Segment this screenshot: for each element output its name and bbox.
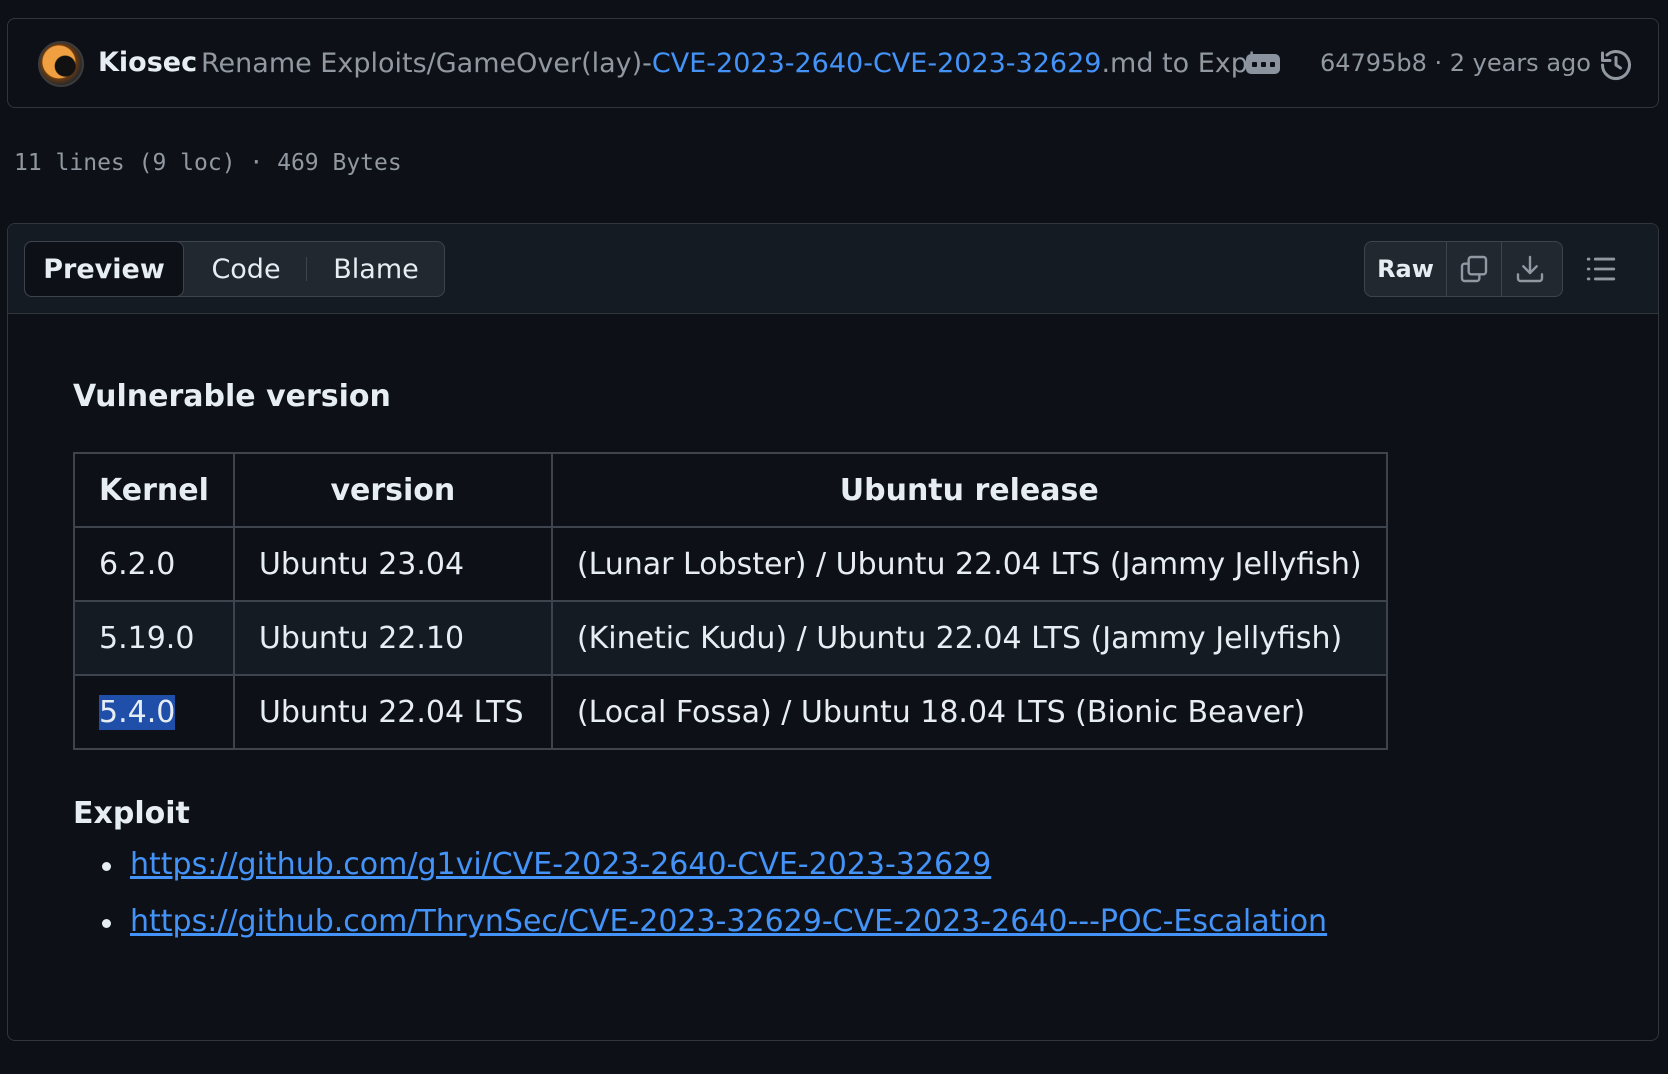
table-header-row: Kernel version Ubuntu release: [73, 452, 1388, 528]
file-info: 11 lines (9 loc) · 469 Bytes: [14, 150, 402, 176]
commit-message[interactable]: Rename Exploits/GameOver(lay)-CVE-2023-2…: [201, 48, 1281, 79]
exploit-link[interactable]: https://github.com/ThrynSec/CVE-2023-326…: [130, 904, 1327, 939]
selected-text: 5.4.0: [99, 694, 176, 730]
table-header-cell: version: [232, 452, 553, 528]
heading-exploit: Exploit: [73, 796, 190, 831]
latest-commit-bar: Kiosec Rename Exploits/GameOver(lay)-CVE…: [7, 18, 1659, 108]
table-cell: 5.19.0: [73, 600, 235, 676]
table-header-cell: Kernel: [73, 452, 235, 528]
raw-button[interactable]: Raw: [1365, 242, 1447, 296]
download-raw-button[interactable]: [1502, 242, 1557, 296]
tab-blame[interactable]: Blame: [309, 242, 443, 296]
outline-list-icon[interactable]: [1584, 252, 1618, 286]
copy-raw-button[interactable]: [1447, 242, 1502, 296]
tab-divider: [306, 257, 307, 281]
list-item: https://github.com/g1vi/CVE-2023-2640-CV…: [102, 836, 1327, 893]
copy-icon: [1460, 255, 1488, 283]
table-header-cell: Ubuntu release: [550, 452, 1388, 528]
heading-vulnerable-version: Vulnerable version: [73, 379, 391, 414]
commit-message-link[interactable]: CVE-2023-2640-CVE-2023-32629: [652, 48, 1102, 79]
table-cell: (Local Fossa) / Ubuntu 18.04 LTS (Bionic…: [550, 674, 1388, 750]
table-cell: (Kinetic Kudu) / Ubuntu 22.04 LTS (Jammy…: [550, 600, 1388, 676]
exploit-link[interactable]: https://github.com/g1vi/CVE-2023-2640-CV…: [130, 847, 991, 882]
file-viewer: Preview Code Blame Raw Vulnerable versio…: [7, 223, 1659, 1041]
commit-sha-time[interactable]: 64795b8 · 2 years ago: [1320, 49, 1591, 77]
table-row: 5.4.0 Ubuntu 22.04 LTS (Local Fossa) / U…: [73, 674, 1388, 750]
history-icon[interactable]: [1598, 47, 1634, 83]
table-cell: Ubuntu 22.10: [232, 600, 553, 676]
table-cell: 6.2.0: [73, 526, 235, 602]
commit-author[interactable]: Kiosec: [98, 47, 197, 78]
file-header: Preview Code Blame Raw: [8, 224, 1658, 314]
file-actions-group: Raw: [1364, 241, 1563, 297]
table-cell: 5.4.0: [73, 674, 235, 750]
tab-preview[interactable]: Preview: [24, 241, 184, 297]
author-avatar[interactable]: [38, 41, 84, 87]
table-row: 5.19.0 Ubuntu 22.10 (Kinetic Kudu) / Ubu…: [73, 600, 1388, 676]
download-icon: [1516, 255, 1543, 283]
expand-commit-message-button[interactable]: [1246, 54, 1280, 74]
table-cell: Ubuntu 22.04 LTS: [232, 674, 553, 750]
tab-code[interactable]: Code: [187, 242, 305, 296]
table-row: 6.2.0 Ubuntu 23.04 (Lunar Lobster) / Ubu…: [73, 526, 1388, 602]
view-mode-segmented-control: Preview Code Blame: [24, 241, 445, 297]
vulnerable-versions-table: Kernel version Ubuntu release 6.2.0 Ubun…: [73, 452, 1388, 750]
table-cell: (Lunar Lobster) / Ubuntu 22.04 LTS (Jamm…: [550, 526, 1388, 602]
table-cell: Ubuntu 23.04: [232, 526, 553, 602]
list-item: https://github.com/ThrynSec/CVE-2023-326…: [102, 893, 1327, 950]
exploit-links-list: https://github.com/g1vi/CVE-2023-2640-CV…: [102, 836, 1327, 950]
commit-message-prefix[interactable]: Rename Exploits/GameOver(lay)-: [201, 48, 652, 79]
